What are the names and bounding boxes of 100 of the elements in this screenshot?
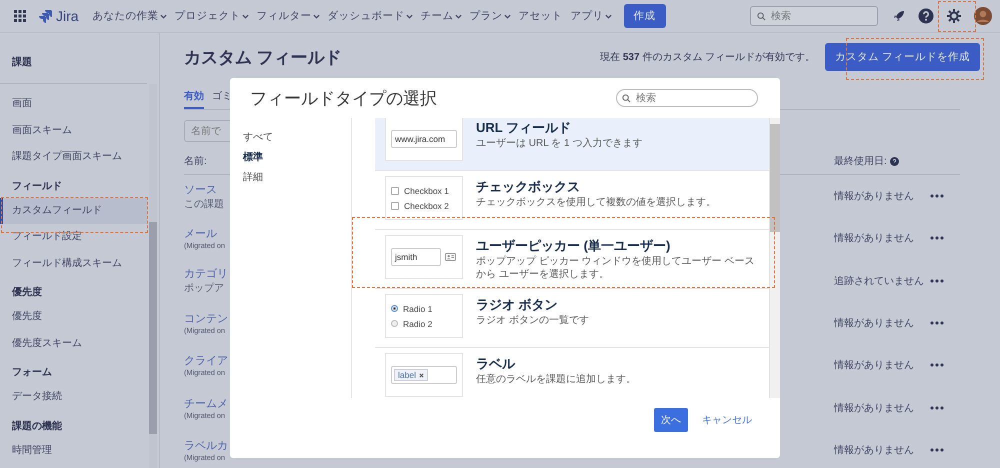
option-label: Radio 1 [403,304,432,314]
settings-icon[interactable] [946,8,962,24]
last-used-text: 情報がありません [834,358,915,372]
field-name-link[interactable]: メール [184,226,217,242]
caret-icon [454,12,462,20]
field-name-link[interactable]: カテゴリ [184,266,228,282]
field-type-description: 任意のラベルを課題に追加します。 [476,373,637,386]
sidebar-item[interactable]: 課題タイプ画面スキーム [0,144,147,170]
tab[interactable]: 有効 [184,89,204,109]
sidebar-section-heading: 優先度 [10,285,43,300]
scrollbar[interactable] [769,118,780,398]
next-button[interactable]: 次へ [654,408,688,432]
field-type-title: ユーザーピッカー (単一ユーザー) [476,237,672,255]
field-description: ポップア [184,282,224,296]
sidebar-item[interactable]: フィールド構成スキーム [0,250,147,277]
field-type-title: URL フィールド [476,119,572,137]
scrollbar[interactable] [149,84,157,468]
caret-icon [406,12,413,20]
field-type-description: ユーザーは URL を 1 つ入力できます [476,137,644,150]
field-type-title: ラベル [476,355,516,373]
sample-input: jsmith [391,248,441,266]
search-icon [622,94,631,102]
caret-icon [312,12,320,20]
caret-icon [242,12,249,20]
field-description: この課題 [184,198,224,211]
last-used-text: 情報がありません [834,402,915,415]
create-button[interactable]: 作成 [624,4,666,28]
field-type-title: チェックボックス [476,178,581,196]
field-type-item[interactable]: Radio 1 Radio 2 ラジオ ボタン ラジオ ボタンの一覧です [375,289,769,348]
nav-menu-item[interactable]: あなたの作業 [92,9,167,23]
search-field[interactable]: 検索 [750,6,878,26]
sidebar-section-heading: フォーム [11,366,53,380]
caret-icon [504,12,511,20]
sidebar-item[interactable]: 画面スキーム [0,118,147,144]
sidebar-item[interactable]: カスタムフィールド [0,198,147,224]
sidebar-item[interactable]: データ接続 [0,384,147,410]
sidebar-item[interactable]: 画面 [0,91,147,118]
more-icon[interactable] [930,363,944,368]
search-field[interactable]: 検索 [616,89,758,107]
search-icon [757,12,766,20]
sidebar-title: 課題 [10,56,33,70]
field-name-link[interactable]: ソース [184,182,217,197]
product-name[interactable]: Jira [56,8,79,24]
nav-menu-item[interactable]: フィルター [256,9,320,23]
sidebar-item[interactable]: 優先度スキーム [0,330,147,357]
field-type-item[interactable]: jsmith ユーザーピッカー (単一ユーザー) ポップアップ ピッカー ウィンドウを使用してユーザー ベースから ユーザーを選択します。 [375,230,769,289]
category-item[interactable]: 標準 [243,150,351,170]
field-count-text: 現在 537 件のカスタム フィールドが有効です。 [600,50,816,64]
field-type-item[interactable]: Checkbox 1 Checkbox 2 チェックボックス チェックボックスを使用して複数の値を選択します。 [375,171,769,230]
field-name-link[interactable]: チームメ [184,396,228,411]
sidebar-item[interactable]: 時間管理 [0,438,147,464]
dialog-title: フィールドタイプの選択 [250,88,438,110]
close-icon [418,372,424,378]
field-type-item[interactable]: www.jira.com URL フィールド ユーザーは URL を 1 つ入力できます [375,118,769,171]
last-used-text: 追跡されていません [834,274,925,288]
last-used-text: 情報がありません [834,232,915,246]
sample-input: www.jira.com [391,130,457,148]
create-custom-field-button[interactable]: カスタム フィールドを作成 [825,43,980,71]
field-name-link[interactable]: コンテン [184,311,228,326]
page-title: カスタム フィールド [184,46,342,68]
field-type-item[interactable]: label ラベル 任意のラベルを課題に追加します。 [375,348,769,398]
help-icon[interactable] [890,156,899,166]
field-type-description: ポップアップ ピッカー ウィンドウを使用してユーザー ベースから ユーザーを選択します。 [476,255,756,281]
sidebar-section-heading: 課題の機能 [10,420,63,434]
nav-menu-item[interactable]: プラン [470,9,511,23]
field-type-description: チェックボックスを使用して複数の値を選択します。 [476,196,717,209]
logo-icon[interactable] [38,9,52,23]
last-used-text: 情報がありません [834,190,915,204]
more-icon[interactable] [930,194,944,198]
field-name-link[interactable]: クライア [184,353,228,368]
nav-menu-item[interactable]: ダッシュボード [328,9,413,23]
cancel-link[interactable]: キャンセル [702,413,752,427]
last-used-text: 情報がありません [834,316,915,330]
column-header: 名前: [184,155,207,168]
category-item[interactable]: 詳細 [243,170,351,190]
sidebar-item[interactable]: 優先度 [0,304,147,330]
user-card-icon [445,253,456,261]
option-label: Checkbox 1 [404,186,449,196]
tab[interactable]: ゴミ [212,89,232,109]
option-label: Checkbox 2 [404,200,449,210]
more-icon[interactable] [930,321,944,326]
caret-icon [160,12,167,20]
last-used-text: 情報がありません [834,444,915,457]
help-icon[interactable] [918,8,934,24]
more-icon[interactable] [930,236,944,240]
more-icon[interactable] [930,278,944,283]
nav-menu-item[interactable]: チーム [420,9,462,23]
more-icon[interactable] [930,406,944,410]
category-item[interactable]: すべて [243,130,351,150]
highlight-frame [938,1,976,32]
nav-menu-item[interactable]: アプリ [570,9,612,23]
field-type-title: ラジオ ボタン [476,296,559,314]
app-grid-icon[interactable] [14,10,26,22]
sidebar-section-heading: フィールド [11,180,63,194]
nav-menu-item[interactable]: アセット [518,9,563,23]
column-header: 最終使用日: [834,155,887,168]
field-name-link[interactable]: ラベルカ [184,438,228,453]
avatar[interactable] [974,7,992,25]
more-icon[interactable] [930,448,944,452]
nav-menu-item[interactable]: プロジェクト [174,9,249,23]
